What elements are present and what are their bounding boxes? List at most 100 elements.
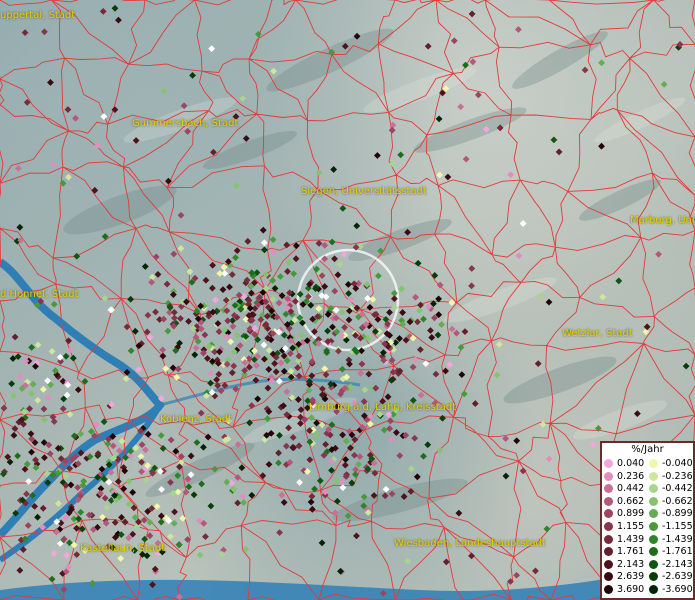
- measurement-point: [167, 478, 174, 486]
- measurement-point: [152, 308, 159, 316]
- measurement-point: [361, 386, 369, 394]
- measurement-point: [413, 473, 421, 481]
- measurement-point: [99, 7, 107, 15]
- measurement-point: [187, 452, 195, 460]
- measurement-point: [356, 453, 364, 460]
- measurement-point: [381, 492, 389, 500]
- measurement-point: [77, 449, 85, 457]
- measurement-point: [311, 485, 318, 493]
- measurement-point: [272, 368, 280, 376]
- legend-swatch: [604, 547, 613, 557]
- legend-swatch: [649, 522, 658, 531]
- legend-swatch: [649, 484, 658, 494]
- measurement-point: [360, 493, 368, 501]
- measurement-point: [207, 369, 215, 377]
- measurement-point: [513, 437, 521, 445]
- measurement-point: [98, 465, 106, 473]
- measurement-point: [234, 499, 242, 507]
- measurement-point: [232, 385, 240, 393]
- measurement-point: [328, 238, 336, 246]
- measurement-point: [10, 392, 17, 400]
- measurement-point: [344, 512, 352, 520]
- legend-value: -0.040: [662, 458, 693, 469]
- measurement-point: [81, 377, 89, 385]
- measurement-point: [353, 32, 361, 40]
- measurement-point: [157, 395, 165, 402]
- measurement-point: [396, 452, 404, 460]
- measurement-point: [167, 436, 175, 444]
- measurement-point: [75, 515, 82, 523]
- legend-title: %/Jahr: [631, 444, 664, 455]
- measurement-point: [594, 424, 602, 432]
- measurement-point: [164, 327, 172, 335]
- measurement-point: [370, 492, 378, 499]
- measurement-point: [545, 455, 553, 463]
- measurement-point: [41, 454, 48, 462]
- measurement-point: [242, 545, 250, 553]
- measurement-point: [185, 483, 193, 491]
- map-canvas[interactable]: uppertal, Stadt Gummersbach, Stadt Siege…: [0, 0, 695, 600]
- measurement-point: [265, 366, 273, 373]
- measurement-point: [66, 346, 74, 354]
- measurement-point: [121, 518, 129, 526]
- measurement-point: [358, 360, 366, 368]
- measurement-point: [143, 328, 151, 336]
- measurement-point: [341, 324, 348, 331]
- measurement-point: [69, 354, 77, 362]
- measurement-point: [111, 106, 119, 114]
- measurement-point: [196, 551, 204, 559]
- measurement-point: [28, 343, 36, 351]
- measurement-point: [414, 318, 421, 326]
- measurement-point: [435, 295, 442, 303]
- measurement-point: [288, 394, 296, 402]
- measurement-point: [39, 523, 47, 531]
- measurement-point: [224, 317, 232, 325]
- measurement-point: [149, 581, 156, 589]
- measurement-point: [174, 365, 182, 373]
- measurement-point: [160, 87, 168, 95]
- measurement-point: [62, 472, 70, 480]
- measurement-point: [177, 315, 184, 322]
- legend-value: 0.662: [617, 495, 645, 507]
- legend-value: 0.040: [617, 458, 645, 469]
- measurement-point: [460, 390, 468, 398]
- measurement-point: [34, 396, 42, 404]
- measurement-point: [348, 479, 356, 487]
- measurement-point: [358, 347, 365, 355]
- measurement-point: [379, 589, 387, 597]
- measurement-point: [91, 186, 99, 194]
- measurement-point: [142, 446, 149, 454]
- measurement-point: [276, 529, 283, 536]
- measurement-point: [254, 30, 262, 38]
- measurement-point: [100, 418, 108, 426]
- measurement-point: [28, 448, 35, 456]
- measurement-point: [388, 490, 396, 498]
- measurement-point: [446, 361, 454, 369]
- measurement-point: [427, 327, 434, 334]
- legend-swatch: [649, 572, 658, 582]
- measurement-point: [417, 391, 425, 399]
- measurement-point: [173, 373, 181, 381]
- measurement-point: [347, 444, 354, 452]
- measurement-point: [615, 277, 623, 285]
- measurement-point: [393, 429, 400, 436]
- measurement-point: [321, 241, 329, 249]
- legend-value: -0.662: [662, 495, 693, 507]
- measurement-point: [482, 125, 490, 133]
- measurement-point: [400, 493, 408, 500]
- measurement-point: [298, 331, 306, 339]
- measurement-point: [190, 491, 198, 499]
- measurement-point: [391, 304, 398, 312]
- measurement-point: [353, 532, 360, 540]
- measurement-point: [111, 4, 119, 12]
- measurement-point: [186, 268, 194, 276]
- measurement-point: [253, 362, 260, 369]
- measurement-point: [10, 431, 18, 439]
- measurement-point: [457, 103, 465, 111]
- measurement-point: [471, 400, 479, 407]
- measurement-point: [149, 273, 156, 281]
- measurement-point: [342, 456, 350, 463]
- measurement-point: [307, 498, 315, 506]
- label-wiesbaden: Wiesbaden, Landeshauptstadt: [394, 538, 546, 549]
- measurement-point: [555, 148, 563, 156]
